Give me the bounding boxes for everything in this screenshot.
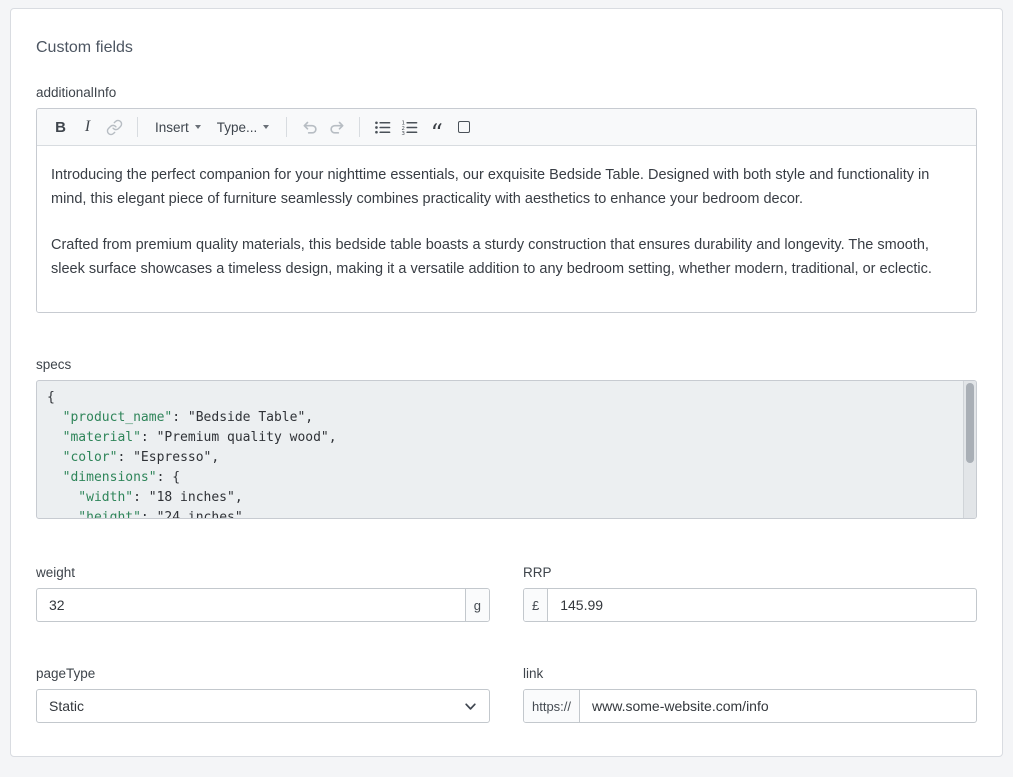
type-dropdown[interactable]: Type... [209,114,278,141]
chevron-down-icon [464,700,477,713]
additional-info-section: additionalInfo B I Insert [36,85,977,313]
ordered-list-icon: 1 2 3 [401,119,418,136]
bullet-list-button[interactable] [369,114,396,141]
code-line: "height": "24 inches", [47,508,950,519]
weight-unit-suffix: g [465,589,489,621]
fields-grid: weight g RRP £ pageType Static [36,565,977,723]
code-line: "color": "Espresso", [47,448,950,468]
blockquote-icon: “ [431,116,443,138]
type-dropdown-label: Type... [217,120,258,135]
weight-input-group: g [36,588,490,622]
pagetype-select[interactable]: Static [36,689,490,723]
pagetype-field-group: pageType Static [36,666,490,723]
link-input-group: https:// [523,689,977,723]
insert-dropdown-label: Insert [155,120,189,135]
code-line: "dimensions": { [47,468,950,488]
editor-toolbar: B I Insert Type... [37,109,976,146]
bullet-list-icon [374,119,391,136]
toolbar-separator [359,117,360,137]
rich-text-editor: B I Insert Type... [36,108,977,313]
protocol-prefix: https:// [524,690,580,722]
link-icon [106,119,123,136]
undo-button[interactable] [296,114,323,141]
scrollbar-thumb[interactable] [966,383,974,463]
rrp-input-group: £ [523,588,977,622]
insert-frame-button[interactable] [450,114,477,141]
rrp-label: RRP [523,565,977,580]
editor-content[interactable]: Introducing the perfect companion for yo… [37,146,976,312]
pagetype-selected-value: Static [49,698,84,714]
link-button[interactable] [101,114,128,141]
pagetype-label: pageType [36,666,490,681]
weight-field-group: weight g [36,565,490,622]
currency-prefix: £ [524,589,548,621]
rrp-field-group: RRP £ [523,565,977,622]
blockquote-button[interactable]: “ [423,114,450,141]
code-line: "material": "Premium quality wood", [47,428,950,448]
weight-input[interactable] [37,589,465,621]
frame-icon [458,121,470,133]
redo-icon [328,118,346,136]
chevron-down-icon [195,125,201,129]
page-title: Custom fields [36,39,977,57]
specs-label: specs [36,357,977,372]
insert-dropdown[interactable]: Insert [147,114,209,141]
link-field-group: link https:// [523,666,977,723]
italic-button[interactable]: I [74,114,101,141]
code-line: { [47,388,950,408]
editor-paragraph: Crafted from premium quality materials, … [51,233,962,281]
toolbar-separator [137,117,138,137]
redo-button[interactable] [323,114,350,141]
undo-icon [301,118,319,136]
chevron-down-icon [263,125,269,129]
specs-section: specs { "product_name": "Bedside Table",… [36,357,977,519]
rrp-input[interactable] [548,589,976,621]
link-label: link [523,666,977,681]
editor-paragraph: Introducing the perfect companion for yo… [51,163,962,211]
code-line: "width": "18 inches", [47,488,950,508]
bold-button[interactable]: B [47,114,74,141]
toolbar-separator [286,117,287,137]
link-input[interactable] [580,690,976,722]
additional-info-label: additionalInfo [36,85,977,100]
specs-code-editor[interactable]: { "product_name": "Bedside Table", "mate… [36,380,977,519]
custom-fields-card: Custom fields additionalInfo B I Inse [10,8,1003,757]
svg-text:3: 3 [402,131,405,136]
code-line: "product_name": "Bedside Table", [47,408,950,428]
ordered-list-button[interactable]: 1 2 3 [396,114,423,141]
weight-label: weight [36,565,490,580]
scrollbar-track[interactable] [963,381,976,518]
